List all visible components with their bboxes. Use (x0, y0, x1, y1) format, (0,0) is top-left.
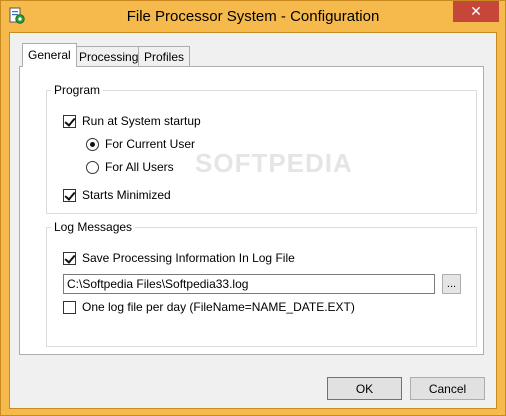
run-at-startup-label: Run at System startup (82, 114, 201, 128)
radio-circle[interactable] (86, 160, 99, 174)
config-window: File Processor System - Configuration ✕ … (0, 0, 506, 416)
cancel-button[interactable]: Cancel (410, 377, 485, 400)
checkbox-box[interactable] (63, 114, 76, 128)
tab-profiles[interactable]: Profiles (138, 46, 191, 66)
checkbox-box[interactable] (63, 188, 76, 202)
checkbox-box[interactable] (63, 251, 76, 265)
log-messages-group-label: Log Messages (51, 220, 136, 234)
tab-processing[interactable]: Processing (73, 46, 145, 66)
one-log-per-day-label: One log file per day (FileName=NAME_DATE… (82, 300, 355, 314)
log-messages-group: Log Messages Save Processing Information… (46, 220, 477, 347)
log-file-path-input[interactable] (63, 274, 435, 294)
close-button[interactable]: ✕ (453, 1, 499, 22)
run-at-startup-checkbox[interactable]: Run at System startup (63, 114, 201, 128)
for-current-user-radio[interactable]: For Current User (86, 137, 195, 151)
browse-button[interactable]: ... (442, 274, 461, 294)
save-processing-info-checkbox[interactable]: Save Processing Information In Log File (63, 251, 295, 265)
program-group-label: Program (51, 83, 104, 97)
tab-general[interactable]: General (22, 43, 77, 67)
tab-processing-label: Processing (79, 50, 139, 64)
for-all-users-label: For All Users (105, 160, 174, 174)
ok-button[interactable]: OK (327, 377, 402, 400)
starts-minimized-label: Starts Minimized (82, 188, 171, 202)
save-processing-info-label: Save Processing Information In Log File (82, 251, 295, 265)
general-tab-panel: SOFTPEDIA Program Run at System startup … (19, 66, 484, 355)
window-title: File Processor System - Configuration (126, 8, 380, 25)
program-group: Program Run at System startup For Curren… (46, 83, 477, 214)
one-log-per-day-checkbox[interactable]: One log file per day (FileName=NAME_DATE… (63, 300, 355, 314)
close-icon: ✕ (470, 3, 482, 19)
for-current-user-label: For Current User (105, 137, 196, 151)
tab-profiles-label: Profiles (144, 50, 185, 64)
starts-minimized-checkbox[interactable]: Starts Minimized (63, 188, 171, 202)
checkbox-box[interactable] (63, 300, 76, 314)
tab-general-label: General (28, 48, 71, 62)
for-all-users-radio[interactable]: For All Users (86, 160, 174, 174)
radio-circle[interactable] (86, 137, 99, 151)
dialog-client-area: General Processing Profiles SOFTPEDIA Pr… (9, 32, 497, 409)
title-bar[interactable]: File Processor System - Configuration ✕ (1, 1, 505, 33)
